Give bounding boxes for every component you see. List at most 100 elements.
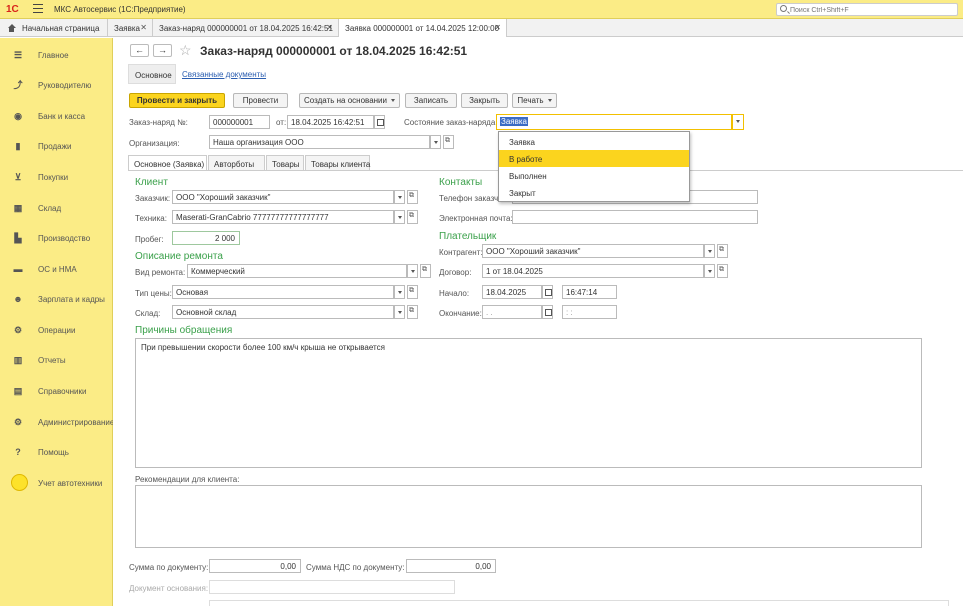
back-button[interactable]: ← — [130, 44, 149, 57]
sidebar-item-label: Банк и касса — [38, 112, 86, 121]
start-date-field[interactable]: 18.04.2025 — [482, 285, 542, 299]
repair-type-open-button[interactable] — [420, 264, 431, 278]
price-type-open-button[interactable] — [407, 285, 418, 299]
tab-label: Заявка 000000001 от 14.04.2025 12:00:00 — [345, 24, 500, 33]
chevron-down-icon — [391, 99, 395, 103]
end-label: Окончание: — [439, 309, 482, 318]
sidebar-item-label: Учет автотехники — [38, 479, 103, 488]
sidebar-item-reports[interactable]: ▥ Отчеты — [0, 350, 113, 370]
sidebar-item-catalogs[interactable]: ▤ Справочники — [0, 381, 113, 401]
repair-type-label: Вид ремонта: — [135, 268, 186, 277]
forward-button[interactable]: → — [153, 44, 172, 57]
sidebar-item-production[interactable]: ▙ Производство — [0, 228, 113, 248]
sidebar-item-bank[interactable]: ◉ Банк и касса — [0, 106, 113, 126]
sidebar-item-help[interactable]: ? Помощь — [0, 442, 113, 462]
cart-icon: ⊻ — [14, 172, 22, 182]
end-time-field[interactable]: : : — [562, 305, 617, 319]
tab-home[interactable]: Начальная страница — [0, 19, 108, 37]
recommendations-textarea[interactable] — [135, 485, 922, 548]
counterparty-dropdown-button[interactable] — [704, 244, 715, 258]
close-button[interactable]: Закрыть — [461, 93, 508, 108]
search-input[interactable] — [790, 5, 950, 15]
warehouse-dropdown-button[interactable] — [394, 305, 405, 319]
org-field[interactable]: Наша организация ООО — [209, 135, 430, 149]
tab-work-order[interactable]: Заказ-наряд 000000001 от 18.04.2025 16:4… — [153, 19, 339, 37]
mileage-label: Пробег: — [135, 235, 164, 244]
contract-label: Договор: — [439, 268, 472, 277]
sidebar-item-payroll[interactable]: ☻ Зарплата и кадры — [0, 289, 113, 309]
calendar-icon[interactable] — [542, 305, 553, 319]
customer-field[interactable]: ООО "Хороший заказчик" — [172, 190, 394, 204]
contract-dropdown-button[interactable] — [704, 264, 715, 278]
date-field[interactable]: 18.04.2025 16:42:51 — [287, 115, 374, 129]
number-field[interactable]: 000000001 — [209, 115, 270, 129]
section-contacts: Контакты — [439, 177, 483, 188]
tab-client-goods[interactable]: Товары клиента — [305, 155, 370, 171]
contract-open-button[interactable] — [717, 264, 728, 278]
repair-type-dropdown-button[interactable] — [407, 264, 418, 278]
tab-request[interactable]: Заявка ✕ — [108, 19, 153, 37]
base-doc-field — [209, 580, 455, 594]
close-icon[interactable]: ✕ — [326, 23, 333, 32]
mileage-field[interactable]: 2 000 — [172, 231, 240, 245]
tab-main-request[interactable]: Основное (Заявка) — [128, 155, 207, 171]
print-button[interactable]: Печать — [512, 93, 557, 108]
comment-field[interactable] — [209, 600, 949, 606]
repair-type-field[interactable]: Коммерческий — [187, 264, 407, 278]
create-based-button[interactable]: Создать на основании — [299, 93, 400, 108]
vehicle-field[interactable]: Maserati-GranCabrio 77777777777777777 — [172, 210, 394, 224]
state-option-closed[interactable]: Закрыт — [499, 184, 689, 201]
sidebar-item-admin[interactable]: ⚙ Администрирование — [0, 412, 114, 432]
tab-main[interactable]: Основное — [128, 64, 176, 84]
vehicle-dropdown-button[interactable] — [394, 210, 405, 224]
end-date-field[interactable]: . . — [482, 305, 542, 319]
post-and-close-button[interactable]: Провести и закрыть — [129, 93, 225, 108]
button-label: Печать — [517, 96, 544, 105]
menu-icon[interactable] — [33, 4, 43, 13]
tab-goods[interactable]: Товары — [266, 155, 304, 171]
calendar-icon[interactable] — [374, 115, 385, 129]
price-type-field[interactable]: Основая — [172, 285, 394, 299]
org-open-button[interactable] — [443, 135, 454, 149]
sidebar-item-operations[interactable]: ⚙ Операции — [0, 320, 113, 340]
sidebar-item-warehouse[interactable]: ▦ Склад — [0, 198, 113, 218]
star-icon[interactable]: ☆ — [179, 42, 192, 59]
start-time-field[interactable]: 16:47:14 — [562, 285, 617, 299]
write-button[interactable]: Записать — [405, 93, 457, 108]
sidebar-item-sales[interactable]: ▮ Продажи — [0, 136, 113, 156]
state-field[interactable]: Заявка — [496, 114, 732, 130]
sidebar-item-management[interactable]: ⤴ Руководителю — [0, 75, 113, 95]
close-icon[interactable]: ✕ — [494, 23, 501, 32]
state-dropdown-button[interactable] — [732, 114, 744, 130]
sidebar-item-purchases[interactable]: ⊻ Покупки — [0, 167, 113, 187]
org-dropdown-button[interactable] — [430, 135, 441, 149]
post-button[interactable]: Провести — [233, 93, 288, 108]
close-icon[interactable]: ✕ — [140, 23, 147, 32]
start-label: Начало: — [439, 289, 470, 298]
grid-icon: ▦ — [13, 203, 23, 213]
contract-field[interactable]: 1 от 18.04.2025 — [482, 264, 704, 278]
state-option-done[interactable]: Выполнен — [499, 167, 689, 184]
tab-request-doc[interactable]: Заявка 000000001 от 14.04.2025 12:00:00 … — [339, 19, 507, 37]
price-type-dropdown-button[interactable] — [394, 285, 405, 299]
coin-icon: ◉ — [14, 111, 22, 121]
warehouse-field[interactable]: Основной склад — [172, 305, 394, 319]
email-field[interactable] — [512, 210, 758, 224]
state-option-in-progress[interactable]: В работе — [499, 150, 689, 167]
customer-open-button[interactable] — [407, 190, 418, 204]
sidebar-item-main[interactable]: ☰ Главное — [0, 45, 113, 65]
reasons-textarea[interactable]: При превышении скорости более 100 км/ч к… — [135, 338, 922, 468]
tab-related-docs[interactable]: Связанные документы — [176, 64, 272, 84]
state-option-request[interactable]: Заявка — [499, 133, 689, 150]
sidebar-item-label: Главное — [38, 51, 69, 60]
sidebar-item-vehicles[interactable]: Учет автотехники — [0, 473, 113, 493]
warehouse-open-button[interactable] — [407, 305, 418, 319]
counterparty-open-button[interactable] — [717, 244, 728, 258]
calendar-icon[interactable] — [542, 285, 553, 299]
vehicle-open-button[interactable] — [407, 210, 418, 224]
counterparty-field[interactable]: ООО "Хороший заказчик" — [482, 244, 704, 258]
customer-dropdown-button[interactable] — [394, 190, 405, 204]
tab-works[interactable]: Авторботы — [208, 155, 265, 171]
search-box[interactable] — [776, 3, 958, 16]
sidebar-item-assets[interactable]: ▬ ОС и НМА — [0, 259, 113, 279]
